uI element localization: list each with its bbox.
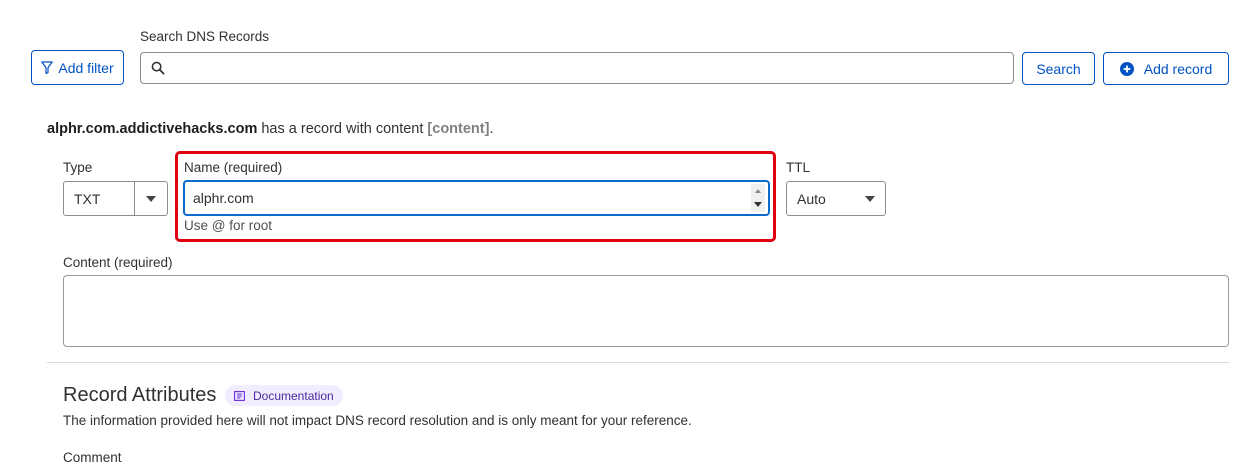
type-label: Type xyxy=(63,160,93,175)
add-filter-label: Add filter xyxy=(58,59,114,76)
record-notice: alphr.com.addictivehacks.com has a recor… xyxy=(47,121,493,137)
type-value: TXT xyxy=(74,190,101,207)
search-button[interactable]: Search xyxy=(1022,52,1095,85)
name-input[interactable]: alphr.com xyxy=(183,180,770,216)
ttl-label: TTL xyxy=(786,160,811,175)
divider xyxy=(47,362,1229,363)
name-label: Name (required) xyxy=(184,160,283,175)
add-record-button[interactable]: Add record xyxy=(1103,52,1229,85)
filter-icon xyxy=(41,61,54,74)
chevron-down-icon xyxy=(865,195,875,202)
search-input[interactable] xyxy=(140,52,1014,84)
search-label: Search DNS Records xyxy=(140,29,270,44)
ttl-select[interactable]: Auto xyxy=(786,181,886,216)
plus-circle-icon xyxy=(1119,61,1134,76)
record-notice-text: has a record with content xyxy=(257,121,428,137)
book-icon xyxy=(234,390,245,401)
add-filter-button[interactable]: Add filter xyxy=(31,50,124,85)
type-dropdown-button[interactable] xyxy=(134,182,167,215)
attributes-description: The information provided here will not i… xyxy=(63,413,692,428)
spin-down-icon[interactable] xyxy=(754,202,762,207)
record-domain: alphr.com.addictivehacks.com xyxy=(47,121,258,137)
add-record-label: Add record xyxy=(1143,60,1213,77)
spinner[interactable] xyxy=(751,184,765,212)
search-icon xyxy=(151,61,165,75)
name-hint: Use @ for root xyxy=(184,218,272,233)
record-content-token: [content] xyxy=(427,121,490,137)
spin-up-icon[interactable] xyxy=(755,189,761,193)
content-textarea[interactable] xyxy=(63,275,1229,347)
ttl-value: Auto xyxy=(797,190,826,207)
record-notice-end: . xyxy=(489,121,494,137)
name-value: alphr.com xyxy=(193,190,254,206)
comment-label: Comment xyxy=(63,450,122,465)
search-button-label: Search xyxy=(1036,60,1081,77)
documentation-badge[interactable]: Documentation xyxy=(225,385,343,406)
type-select[interactable]: TXT xyxy=(63,181,168,216)
content-label: Content (required) xyxy=(63,255,173,270)
documentation-label: Documentation xyxy=(253,388,334,403)
chevron-down-icon xyxy=(146,195,156,202)
record-attributes-title: Record Attributes xyxy=(63,384,217,406)
